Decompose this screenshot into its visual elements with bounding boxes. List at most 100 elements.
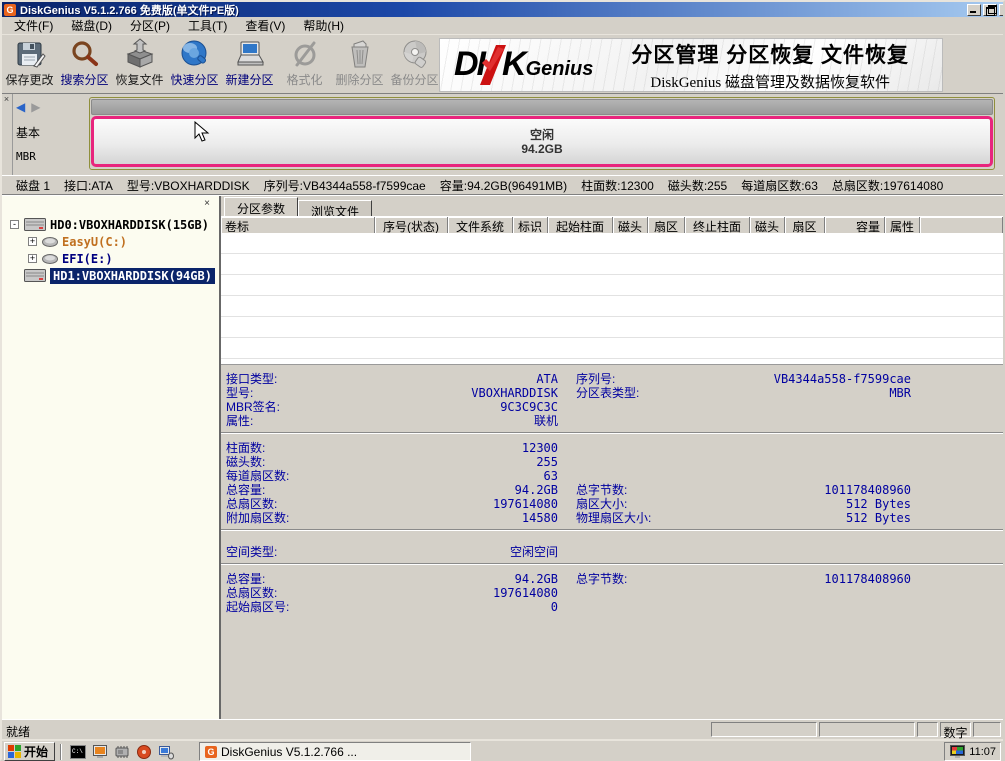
col-id[interactable]: 标识 [513,217,548,233]
start-sector-label: 起始扇区号: [226,598,376,615]
menu-file[interactable]: 文件(F) [6,16,61,35]
col-capacity[interactable]: 容量 [825,217,885,233]
display-tray-icon[interactable] [950,745,965,759]
col-start-cylinder[interactable]: 起始柱面 [548,217,613,233]
diskgenius-logo: DI K Genius [454,45,593,85]
tree-item-hd0[interactable]: - HD0:VBOXHARDDISK(15GB) [2,216,219,233]
space-type-label: 空间类型: [226,543,376,560]
status-panel-3 [917,722,938,737]
restore-button[interactable] [983,4,997,16]
graph-panel-strip: × [2,94,13,175]
menu-disk[interactable]: 磁盘(D) [63,16,120,35]
title-bar[interactable]: G DiskGenius V5.1.2.766 免费版(单文件PE版) [2,2,1003,17]
start-button[interactable]: 开始 [4,742,55,761]
banner-subline: DiskGenius 磁盘管理及数据恢复软件 [631,71,909,92]
command-prompt-icon[interactable]: C:\ [70,744,86,760]
tree-item-efi[interactable]: + EFI(E:) [2,250,219,267]
disk-heads: 磁头数:255 [668,177,727,194]
disk-capacity: 容量:94.2GB(96491MB) [440,177,567,194]
backup-partition-button[interactable]: 备份分区 [387,35,442,93]
partition-table-body[interactable] [221,233,1003,364]
col-start-sector[interactable]: 扇区 [648,217,685,233]
hdd-icon [24,218,46,231]
free-bytes-label: 总字节数: [576,570,726,587]
disk-scheme-mbr-label: MBR [16,150,86,163]
space-type-value: 空闲空间 [376,543,558,560]
clock[interactable]: 11:07 [969,746,997,758]
tab-browse-files[interactable]: 浏览文件 [298,200,372,216]
tree-item-easyu[interactable]: + EasyU(C:) [2,233,219,250]
recover-files-label: 恢复文件 [115,71,163,88]
partition-icon [42,254,58,264]
collapse-icon[interactable]: - [10,220,19,229]
menu-tools[interactable]: 工具(T) [180,16,235,35]
disk-graph-panel: × ◀ ▶ 基本 MBR 空闲 94.2GB [2,94,1003,176]
search-partition-button[interactable]: 搜索分区 [57,35,112,93]
prev-disk-arrow-icon[interactable]: ◀ [16,100,25,114]
menu-partition[interactable]: 分区(P) [122,16,178,35]
disk-cylinders: 柱面数:12300 [581,177,654,194]
new-partition-button[interactable]: 新建分区 [222,35,277,93]
model-value: VBOXHARDDISK [376,386,558,400]
partition-icon [42,237,58,247]
physical-sector-size-value: 512 Bytes [726,511,911,525]
toolbar: 保存更改 搜索分区 恢复文件 [2,35,1003,94]
status-panel-2 [819,722,915,737]
free-sectors-value: 197614080 [376,586,558,600]
cd-burn-icon[interactable] [136,744,152,760]
delete-partition-label: 删除分区 [335,71,383,88]
menu-bar: 文件(F) 磁盘(D) 分区(P) 工具(T) 查看(V) 帮助(H) [2,17,1003,35]
my-computer-icon[interactable] [158,744,174,760]
partition-table-type-value: MBR [726,386,911,400]
disk-interface: 接口:ATA [64,177,113,194]
disk-number: 磁盘 1 [16,177,50,194]
details-free-space-section: 总容量: 94.2GB 总字节数: 101178408960 总扇区数: 197… [221,565,1003,618]
col-start-head[interactable]: 磁头 [613,217,648,233]
disk-sectors-per-track: 每道扇区数:63 [741,177,818,194]
mouse-cursor-icon [194,121,210,143]
display-settings-icon[interactable] [92,744,108,760]
banner-headline: 分区管理 分区恢复 文件恢复 [631,39,909,69]
tree-item-hd0-label: HD0:VBOXHARDDISK(15GB) [50,218,209,232]
col-filler [920,217,1003,233]
new-partition-label: 新建分区 [225,71,273,88]
expand-icon[interactable]: + [28,237,37,246]
col-end-head[interactable]: 磁头 [750,217,785,233]
search-partition-label: 搜索分区 [60,71,108,88]
windows-logo-icon [8,745,21,758]
menu-help[interactable]: 帮助(H) [295,16,352,35]
quick-partition-button[interactable]: 快速分区 [167,35,222,93]
format-label: 格式化 [286,71,322,88]
free-space-block[interactable]: 空闲 94.2GB [91,116,993,167]
minimize-button[interactable] [967,4,981,16]
recover-files-button[interactable]: 恢复文件 [112,35,167,93]
format-button[interactable]: 格式化 [277,35,332,93]
graph-panel-close-icon[interactable]: × [2,95,11,105]
col-attributes[interactable]: 属性 [885,217,920,233]
memory-chip-icon[interactable] [114,744,130,760]
col-end-sector[interactable]: 扇区 [785,217,825,233]
app-icon: G [4,4,16,16]
close-button[interactable] [999,4,1003,16]
serial-value: VB4344a558-f7599cae [726,372,911,386]
col-volume-label[interactable]: 卷标 [221,217,375,233]
os-taskbar: 开始 C:\ [2,739,1003,761]
tree-item-hd1[interactable]: HD1:VBOXHARDDISK(94GB) [2,267,219,284]
tree-close-icon[interactable]: × [201,198,213,210]
save-changes-button[interactable]: 保存更改 [2,35,57,93]
new-partition-icon [234,38,266,70]
app-icon: G [205,746,217,758]
col-filesystem[interactable]: 文件系统 [448,217,513,233]
cylinders-value: 12300 [376,441,558,455]
menu-view[interactable]: 查看(V) [237,16,293,35]
interface-type-value: ATA [376,372,558,386]
next-disk-arrow-icon[interactable]: ▶ [31,100,40,114]
tab-partition-params[interactable]: 分区参数 [224,197,298,216]
expand-icon[interactable]: + [28,254,37,263]
col-end-cylinder[interactable]: 终止柱面 [685,217,750,233]
disk-model: 型号:VBOXHARDDISK [127,177,250,194]
delete-partition-button[interactable]: 删除分区 [332,35,387,93]
disk-layout-header[interactable] [91,99,993,115]
taskbar-app-button[interactable]: G DiskGenius V5.1.2.766 ... [199,742,471,761]
col-index-status[interactable]: 序号(状态) [375,217,448,233]
